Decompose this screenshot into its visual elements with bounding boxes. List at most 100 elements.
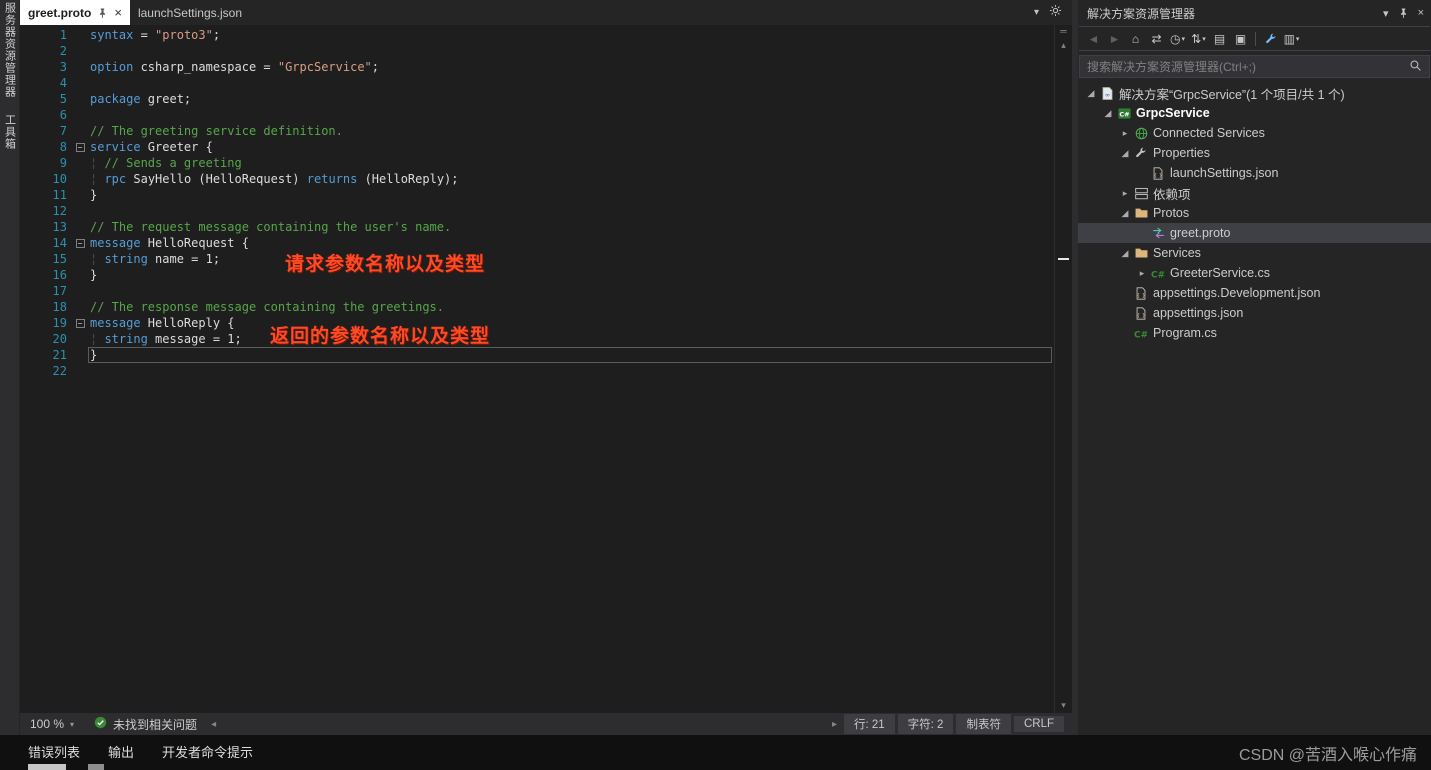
tree-item[interactable]: ◢ Services — [1078, 243, 1431, 263]
tree-item[interactable]: { } appsettings.Development.json — [1078, 283, 1431, 303]
document-tab[interactable]: greet.proto × — [20, 0, 130, 25]
tree-item[interactable]: ◢ ∞ 解决方案“GrpcService”(1 个项目/共 1 个) — [1078, 83, 1431, 103]
fold-column — [72, 43, 88, 59]
expanded-chevron-icon[interactable]: ◢ — [1101, 108, 1115, 119]
code-line[interactable]: 9 ¦ // Sends a greeting — [20, 155, 1054, 171]
tree-item[interactable]: C# Program.cs — [1078, 323, 1431, 343]
code-line[interactable]: 21} — [20, 347, 1054, 363]
code-line[interactable]: 15 ¦ string name = 1; — [20, 251, 1054, 267]
expanded-chevron-icon[interactable]: ◢ — [1084, 88, 1098, 99]
indentation-indicator[interactable]: 制表符 — [956, 714, 1011, 734]
code-line[interactable]: 5 package greet; — [20, 91, 1054, 107]
code-line[interactable]: 20 ¦ string message = 1; — [20, 331, 1054, 347]
tree-item[interactable]: ◢ Protos — [1078, 203, 1431, 223]
collapsed-chevron-icon[interactable]: ▸ — [1118, 128, 1132, 139]
code-line[interactable]: 7 // The greeting service definition. — [20, 123, 1054, 139]
code-line[interactable]: 6 — [20, 107, 1054, 123]
code-line[interactable]: 12 — [20, 203, 1054, 219]
panel-tab[interactable]: 开发者命令提示 — [162, 742, 253, 761]
navigate-back-icon[interactable]: ◄ — [1083, 29, 1104, 49]
code-analysis-status[interactable]: 未找到相关问题 — [84, 716, 207, 733]
collapsed-chevron-icon[interactable]: ▸ — [1118, 188, 1132, 199]
tree-item[interactable]: ◢ C# GrpcService — [1078, 103, 1431, 123]
line-number: 17 — [52, 284, 67, 298]
code-line[interactable]: 1 syntax = "proto3"; — [20, 27, 1054, 43]
code-line[interactable]: 22 — [20, 363, 1054, 379]
hscroll-track[interactable] — [220, 713, 828, 735]
scroll-up-arrow-icon[interactable]: ▴ — [1055, 40, 1072, 51]
code-line[interactable]: 13 // The request message containing the … — [20, 219, 1054, 235]
editor-vertical-scrollbar[interactable]: ═ ▴ ▾ — [1054, 25, 1072, 713]
editor-status-bar: 100 % ▾ 未找到相关问题 ◂ ▸ 行: 21 字符: 2 制表符 CRLF — [20, 713, 1072, 735]
tree-item[interactable]: ▸ C# GreeterService.cs — [1078, 263, 1431, 283]
tool-strip-tab[interactable]: 工具箱 — [2, 114, 18, 150]
show-all-files-icon[interactable]: ▤ — [1209, 29, 1230, 49]
document-tab[interactable]: launchSettings.json — [130, 0, 250, 25]
tree-item[interactable]: { } launchSettings.json — [1078, 163, 1431, 183]
code-line[interactable]: 18 // The response message containing the… — [20, 299, 1054, 315]
tree-item-label: 依赖项 — [1153, 187, 1191, 202]
tree-item[interactable]: ▸ 依赖项 — [1078, 183, 1431, 203]
code-line[interactable]: 3 option csharp_namespace = "GrpcService"… — [20, 59, 1054, 75]
search-input[interactable]: 搜索解决方案资源管理器(Ctrl+;) — [1079, 55, 1430, 78]
properties-icon[interactable] — [1260, 29, 1281, 49]
zoom-select[interactable]: 100 % ▾ — [20, 717, 84, 731]
scroll-down-arrow-icon[interactable]: ▾ — [1055, 700, 1072, 711]
fold-marker-icon[interactable]: − — [75, 318, 85, 328]
column-indicator[interactable]: 字符: 2 — [897, 714, 954, 734]
line-indicator[interactable]: 行: 21 — [843, 714, 895, 734]
tree-item[interactable]: { } appsettings.json — [1078, 303, 1431, 323]
editor-options-gear-icon[interactable] — [1049, 4, 1062, 22]
panel-pin-icon[interactable] — [1398, 7, 1409, 19]
sync-with-active-document-icon[interactable]: ⇄ — [1146, 29, 1167, 49]
line-number: 9 — [59, 156, 67, 170]
panel-chevron-icon[interactable]: ▾ — [1383, 7, 1389, 20]
navigate-forward-icon[interactable]: ► — [1104, 29, 1125, 49]
tree-item[interactable]: ▸ Connected Services — [1078, 123, 1431, 143]
line-number: 13 — [52, 220, 67, 234]
editor-horizontal-scrollbar[interactable]: ◂ ▸ — [207, 713, 841, 735]
fold-column — [72, 123, 88, 139]
code-text: ¦ // Sends a greeting — [90, 156, 242, 170]
collapse-all-icon[interactable]: ▣ — [1230, 29, 1251, 49]
code-editor[interactable]: 1 syntax = "proto3"; 2 3 option csharp_names… — [20, 25, 1072, 713]
eol-indicator[interactable]: CRLF — [1013, 716, 1064, 732]
close-tab-icon[interactable]: × — [114, 6, 122, 19]
code-area[interactable]: 1 syntax = "proto3"; 2 3 option csharp_names… — [20, 27, 1054, 379]
expanded-chevron-icon[interactable]: ◢ — [1118, 148, 1132, 159]
expanded-chevron-icon[interactable]: ◢ — [1118, 208, 1132, 219]
fold-marker-icon[interactable]: − — [75, 142, 85, 152]
scrollbar-caret-marker — [1058, 258, 1069, 260]
code-line[interactable]: 11} — [20, 187, 1054, 203]
code-line[interactable]: 17 — [20, 283, 1054, 299]
folder-icon — [1132, 245, 1150, 261]
open-documents-chevron-icon[interactable]: ▾ — [1034, 7, 1039, 18]
scroll-left-arrow-icon[interactable]: ◂ — [207, 719, 220, 730]
code-line[interactable]: 2 — [20, 43, 1054, 59]
tree-item[interactable]: ◢ Properties — [1078, 143, 1431, 163]
home-icon[interactable]: ⌂ — [1125, 29, 1146, 49]
preview-selected-items-icon[interactable]: ▥ ▾ — [1281, 29, 1302, 49]
code-line[interactable]: 19− message HelloReply { — [20, 315, 1054, 331]
code-line[interactable]: 14− message HelloRequest { — [20, 235, 1054, 251]
split-editor-handle[interactable]: ═ — [1055, 26, 1072, 36]
panel-close-icon[interactable]: × — [1418, 7, 1424, 19]
code-line[interactable]: 10 ¦ rpc SayHello (HelloRequest) returns … — [20, 171, 1054, 187]
taskbar-fragment — [88, 764, 104, 770]
collapsed-chevron-icon[interactable]: ▸ — [1135, 268, 1149, 279]
pending-changes-filter-icon[interactable]: ◷ ▾ — [1167, 29, 1188, 49]
fold-marker-icon[interactable]: − — [75, 238, 85, 248]
pin-tab-icon[interactable] — [97, 7, 108, 19]
scroll-right-arrow-icon[interactable]: ▸ — [828, 719, 841, 730]
code-line[interactable]: 4 — [20, 75, 1054, 91]
expanded-chevron-icon[interactable]: ◢ — [1118, 248, 1132, 259]
search-icon[interactable] — [1409, 59, 1422, 75]
panel-tab[interactable]: 错误列表 — [28, 742, 80, 761]
code-line[interactable]: 8− service Greeter { — [20, 139, 1054, 155]
code-line[interactable]: 16} — [20, 267, 1054, 283]
sort-order-icon[interactable]: ⇅ ▾ — [1188, 29, 1209, 49]
tree-item[interactable]: greet.proto — [1078, 223, 1431, 243]
annotation-text: 请求参数名称以及类型 — [285, 254, 486, 275]
tool-strip-tab[interactable]: 服务器资源管理器 — [2, 2, 18, 98]
panel-tab[interactable]: 输出 — [108, 742, 134, 761]
